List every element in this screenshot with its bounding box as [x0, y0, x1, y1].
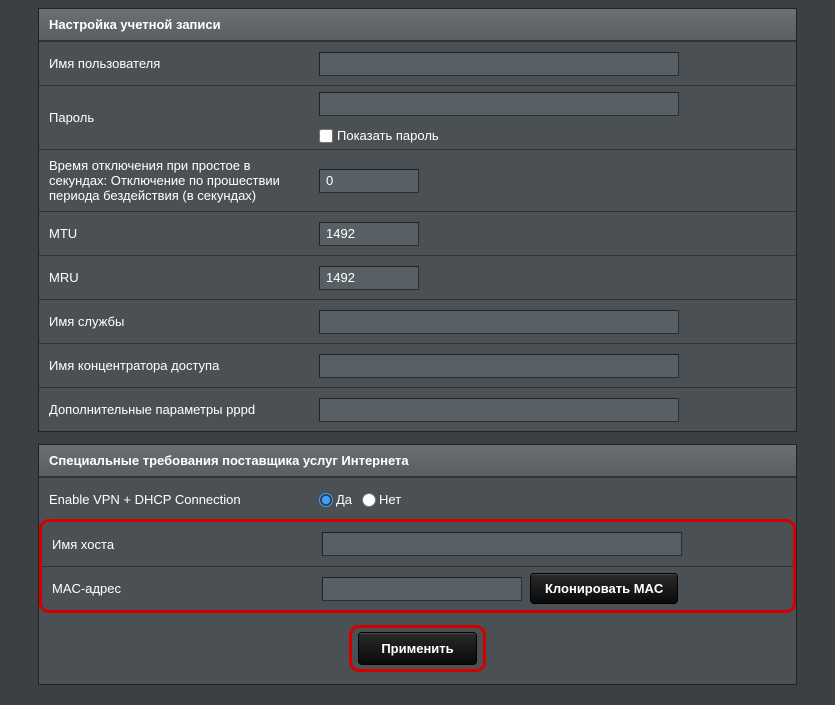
service-input[interactable]	[319, 310, 679, 334]
account-settings-header: Настройка учетной записи	[39, 9, 796, 41]
show-password-label: Показать пароль	[337, 128, 439, 143]
mru-input[interactable]	[319, 266, 419, 290]
show-password-checkbox[interactable]	[319, 129, 333, 143]
mac-row: MAC-адрес Клонировать MAC	[42, 566, 793, 610]
vpn-radio-yes[interactable]	[319, 493, 333, 507]
mac-label: MAC-адрес	[42, 573, 314, 604]
concentrator-label: Имя концентратора доступа	[39, 350, 311, 381]
pppd-label: Дополнительные параметры pppd	[39, 394, 311, 425]
vpn-yes-text: Да	[336, 492, 352, 507]
host-label: Имя хоста	[42, 529, 314, 560]
vpn-radio-no-label[interactable]: Нет	[362, 492, 401, 507]
highlighted-host-mac-block: Имя хоста MAC-адрес Клонировать MAC	[39, 519, 796, 613]
mtu-input[interactable]	[319, 222, 419, 246]
apply-area: Применить	[39, 619, 796, 684]
vpn-radio-group: Да Нет	[319, 492, 401, 507]
vpn-radio-yes-label[interactable]: Да	[319, 492, 352, 507]
idle-label: Время отключения при простое в секундах:…	[39, 150, 311, 211]
show-password-line: Показать пароль	[319, 128, 788, 143]
pppd-row: Дополнительные параметры pppd	[39, 387, 796, 431]
concentrator-input[interactable]	[319, 354, 679, 378]
mru-row: MRU	[39, 255, 796, 299]
username-row: Имя пользователя	[39, 41, 796, 85]
host-row: Имя хоста	[42, 522, 793, 566]
host-input[interactable]	[322, 532, 682, 556]
service-label: Имя службы	[39, 306, 311, 337]
apply-button[interactable]: Применить	[358, 632, 476, 665]
username-label: Имя пользователя	[39, 48, 311, 79]
settings-form: Настройка учетной записи Имя пользовател…	[0, 0, 835, 705]
account-settings-panel: Настройка учетной записи Имя пользовател…	[38, 8, 797, 432]
pppd-input[interactable]	[319, 398, 679, 422]
apply-highlight: Применить	[349, 625, 485, 672]
password-input[interactable]	[319, 92, 679, 116]
concentrator-row: Имя концентратора доступа	[39, 343, 796, 387]
isp-requirements-header: Специальные требования поставщика услуг …	[39, 445, 796, 477]
vpn-no-text: Нет	[379, 492, 401, 507]
mac-input[interactable]	[322, 577, 522, 601]
idle-row: Время отключения при простое в секундах:…	[39, 149, 796, 211]
vpn-label: Enable VPN + DHCP Connection	[39, 484, 311, 515]
clone-mac-button[interactable]: Клонировать MAC	[530, 573, 678, 604]
mtu-label: MTU	[39, 218, 311, 249]
password-label: Пароль	[39, 102, 311, 133]
password-row: Пароль Показать пароль	[39, 85, 796, 149]
username-input[interactable]	[319, 52, 679, 76]
service-row: Имя службы	[39, 299, 796, 343]
isp-requirements-panel: Специальные требования поставщика услуг …	[38, 444, 797, 685]
vpn-radio-no[interactable]	[362, 493, 376, 507]
mtu-row: MTU	[39, 211, 796, 255]
vpn-row: Enable VPN + DHCP Connection Да Нет	[39, 477, 796, 521]
idle-input[interactable]	[319, 169, 419, 193]
mru-label: MRU	[39, 262, 311, 293]
